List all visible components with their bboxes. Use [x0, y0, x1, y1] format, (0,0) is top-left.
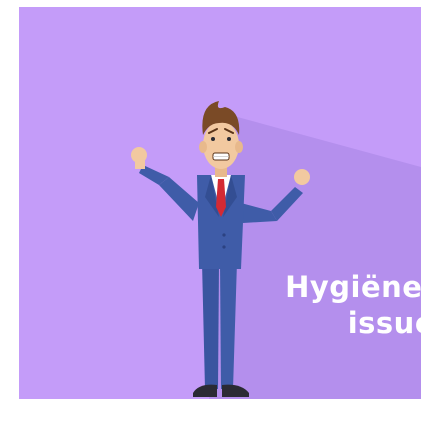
suit-jacket [197, 175, 245, 269]
illustration-scene: Hygiëne- issue [19, 7, 421, 399]
caption-line-2: issue [347, 306, 421, 340]
worried-businessman-illustration [19, 7, 421, 399]
caption-line-1: Hygiëne- [285, 270, 421, 304]
